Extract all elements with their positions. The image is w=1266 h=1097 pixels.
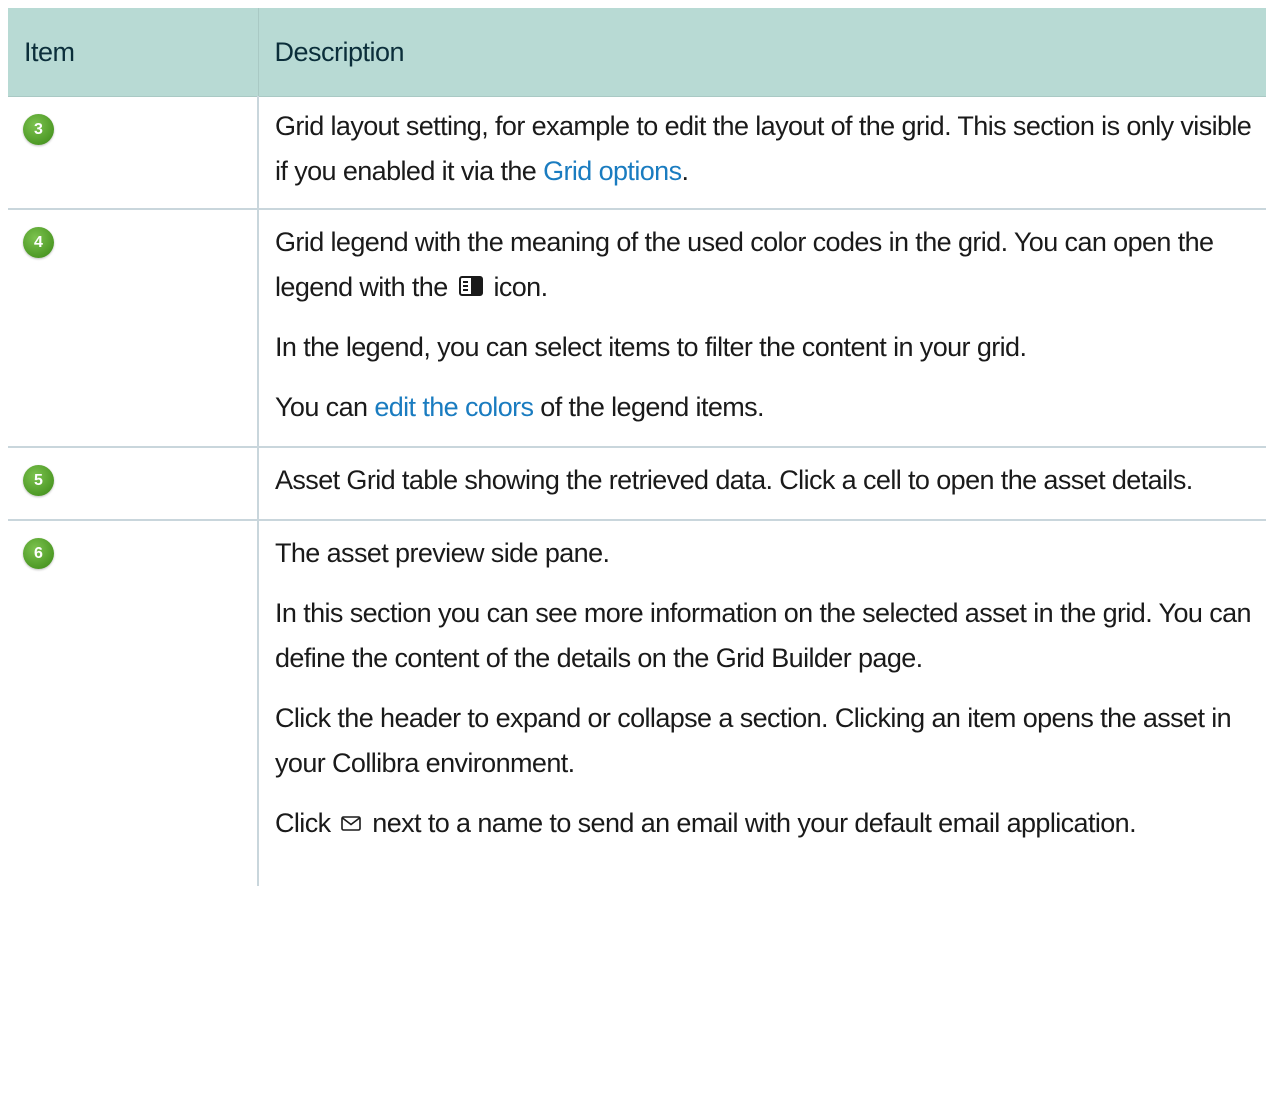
description-paragraph: Asset Grid table showing the retrieved d… <box>275 465 1193 495</box>
item-number-badge: 6 <box>23 538 54 569</box>
email-icon <box>341 801 362 846</box>
table-row: 3 Grid layout setting, for example to ed… <box>8 96 1266 210</box>
table-row: 5 Asset Grid table showing the retrieved… <box>8 447 1266 521</box>
description-paragraph: In the legend, you can select items to f… <box>275 332 1027 362</box>
description-paragraph: In this section you can see more informa… <box>275 598 1252 673</box>
item-cell: 3 <box>8 96 258 210</box>
item-cell: 4 <box>8 209 258 448</box>
item-number-badge: 3 <box>23 114 54 145</box>
description-cell: Grid legend with the meaning of the used… <box>257 209 1266 448</box>
description-paragraph: You can edit the colors of the legend it… <box>275 392 765 422</box>
description-cell: The asset preview side pane. In this sec… <box>257 520 1266 886</box>
item-number-badge: 5 <box>23 465 54 496</box>
header-item: Item <box>8 8 258 97</box>
description-paragraph: Grid layout setting, for example to edit… <box>275 111 1252 186</box>
description-paragraph: The asset preview side pane. <box>275 538 610 568</box>
description-paragraph: Click next to a name to send an email wi… <box>275 801 1254 846</box>
description-paragraph: Grid legend with the meaning of the used… <box>275 220 1254 310</box>
table-row: 6 The asset preview side pane. In this s… <box>8 520 1266 886</box>
description-cell: Grid layout setting, for example to edit… <box>257 96 1266 210</box>
item-number-badge: 4 <box>23 227 54 258</box>
legend-icon <box>458 265 483 310</box>
item-cell: 5 <box>8 447 258 521</box>
description-cell: Asset Grid table showing the retrieved d… <box>257 447 1266 521</box>
item-cell: 6 <box>8 520 258 886</box>
description-paragraph: Click the header to expand or collapse a… <box>275 703 1232 778</box>
edit-colors-link[interactable]: edit the colors <box>374 392 534 422</box>
items-table: Item Description 3 Grid layout setting, … <box>8 8 1266 886</box>
table-row: 4 Grid legend with the meaning of the us… <box>8 209 1266 448</box>
header-description: Description <box>257 8 1266 97</box>
table-header-row: Item Description <box>8 8 1266 97</box>
grid-options-link[interactable]: Grid options <box>543 156 682 186</box>
